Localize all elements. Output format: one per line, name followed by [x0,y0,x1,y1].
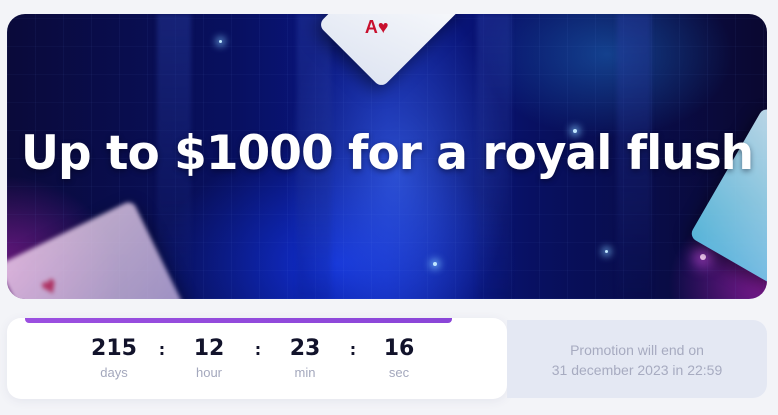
promotion-end-info: Promotion will end on 31 december 2023 i… [507,320,767,398]
countdown-hours: 12 hour [169,334,249,382]
sparkle-dot [219,40,222,43]
promo-banner: A♥ ♥ Up to $1000 for a royal flush [7,14,767,299]
promotion-page: A♥ ♥ Up to $1000 for a royal flush 215 d… [0,0,778,415]
countdown-hours-value: 12 [193,336,225,361]
promo-progress-bar [7,318,507,324]
countdown-seconds-label: sec [388,365,410,380]
countdown-minutes: 23 min [265,334,345,382]
promotion-end-label: Promotion will end on [570,342,704,358]
countdown-separator: : [254,340,262,359]
countdown-separator: : [158,340,166,359]
countdown-units: 215 days : 12 hour : 23 min : 16 sec [7,334,507,394]
countdown-timer: 215 days : 12 hour : 23 min : 16 sec [7,318,507,399]
sparkle-dot [700,254,706,260]
countdown-seconds: 16 sec [359,334,439,382]
countdown-hours-label: hour [195,365,223,380]
countdown-separator: : [349,340,357,359]
countdown-days: 215 days [74,334,154,382]
countdown-minutes-value: 23 [289,336,321,361]
countdown-days-value: 215 [91,336,137,361]
promo-progress-fill [25,318,452,323]
countdown-minutes-label: min [294,365,316,380]
sparkle-dot [433,262,437,266]
banner-title: Up to $1000 for a royal flush [20,126,754,181]
sparkle-dot [605,250,608,253]
promotion-end-date: 31 december 2023 in 22:59 [551,362,723,378]
countdown-seconds-value: 16 [383,336,415,361]
countdown-days-label: days [100,365,128,380]
